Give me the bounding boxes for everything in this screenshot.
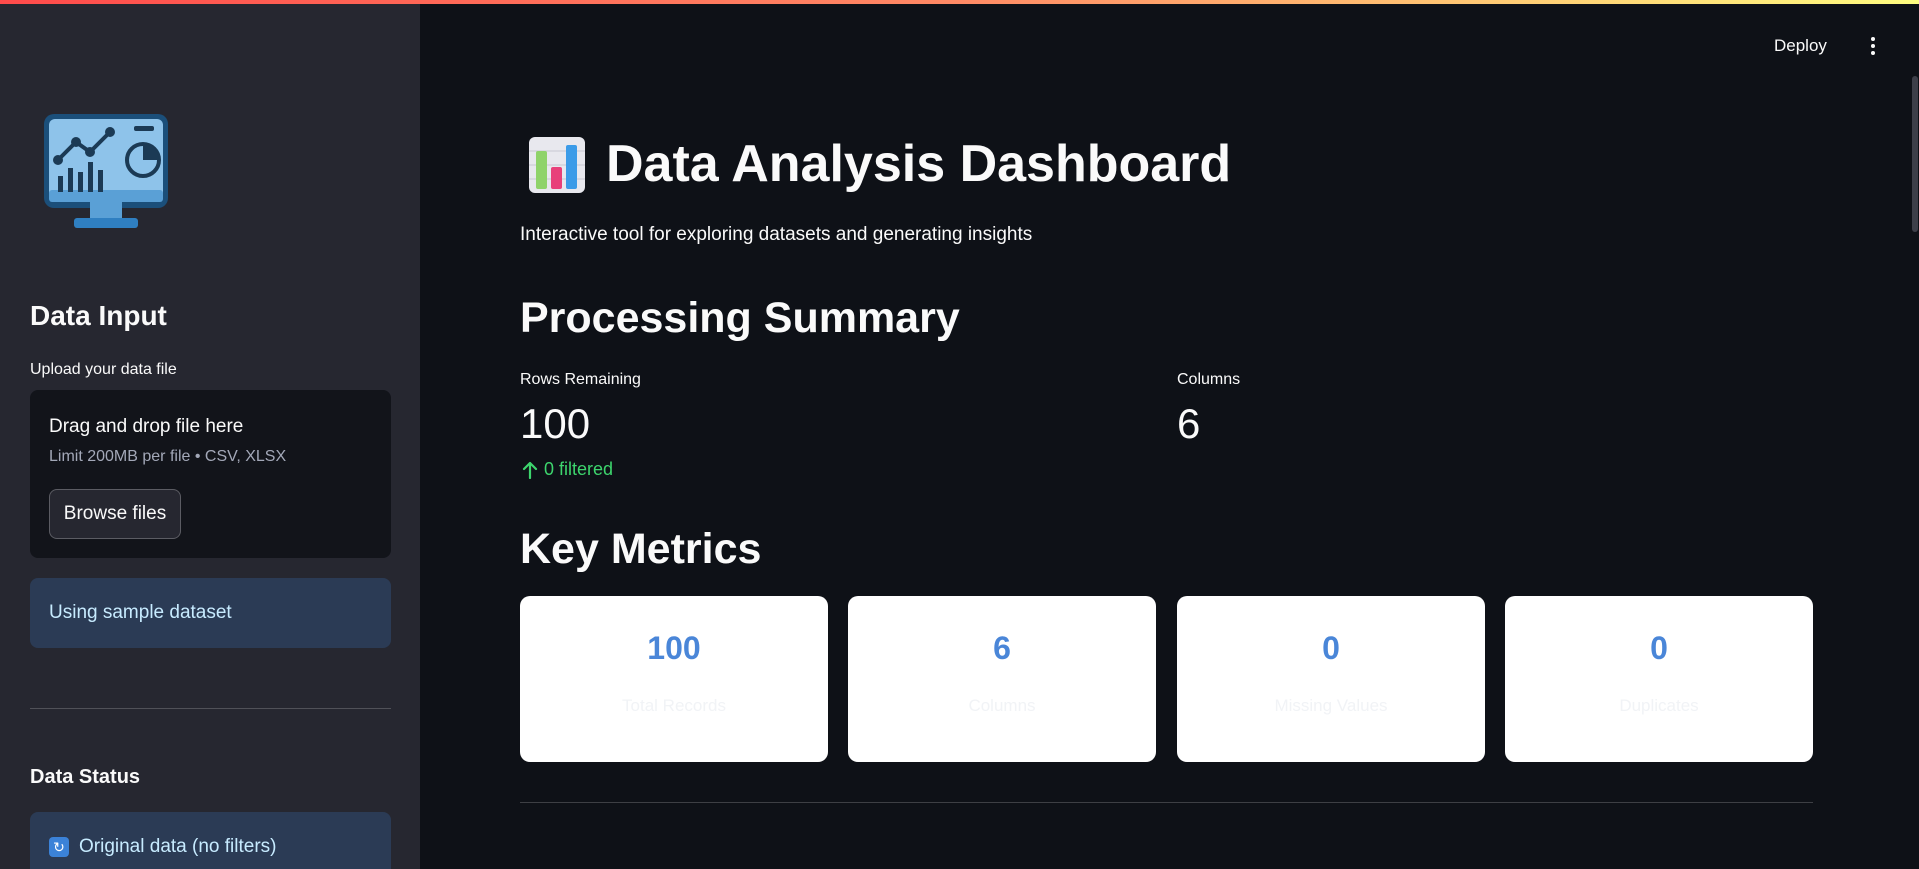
sidebar: Data Input Upload your data file Drag an… [0, 0, 420, 869]
data-status-heading: Data Status [30, 766, 141, 788]
top-decoration-bar [0, 0, 1919, 4]
refresh-icon: ↻ [49, 837, 69, 857]
browse-files-button[interactable]: Browse files [49, 489, 181, 539]
metric-value: 0 [1650, 630, 1668, 666]
arrow-up-icon [522, 461, 538, 479]
page-title: Data Analysis Dashboard [606, 135, 1232, 193]
columns-label: Columns [1177, 371, 1241, 388]
rows-remaining-value: 100 [520, 400, 591, 447]
sample-dataset-text: Using sample dataset [49, 602, 232, 623]
sample-dataset-info: Using sample dataset [30, 578, 391, 648]
metric-label: Columns [968, 696, 1036, 715]
metric-label: Duplicates [1619, 696, 1699, 715]
metric-label: Missing Values [1274, 696, 1388, 715]
columns-value: 6 [1177, 400, 1201, 447]
metric-card-columns: 6 Columns [848, 596, 1156, 762]
rows-delta: 0 filtered [522, 459, 613, 480]
dropzone-limit: Limit 200MB per file • CSV, XLSX [49, 448, 287, 465]
metric-card-missing-values: 0 Missing Values [1177, 596, 1485, 762]
metric-value: 6 [993, 630, 1011, 666]
more-vertical-icon[interactable] [1864, 34, 1882, 58]
bar-chart-icon [529, 137, 585, 193]
data-input-heading: Data Input [30, 300, 167, 331]
file-dropzone[interactable]: Drag and drop file here Limit 200MB per … [30, 390, 391, 558]
rows-delta-text: 0 filtered [544, 459, 614, 479]
upload-label: Upload your data file [30, 361, 177, 378]
sidebar-divider [30, 708, 391, 709]
processing-summary-heading: Processing Summary [520, 294, 960, 342]
main-divider [520, 802, 1813, 803]
analytics-monitor-icon [38, 112, 174, 244]
scrollbar-thumb[interactable] [1912, 76, 1918, 232]
data-status-info: ↻ Original data (no filters) [30, 812, 391, 869]
metric-card-duplicates: 0 Duplicates [1505, 596, 1813, 762]
key-metrics-heading: Key Metrics [520, 525, 762, 573]
metric-card-total-records: 100 Total Records [520, 596, 828, 762]
data-status-text: Original data (no filters) [79, 836, 277, 857]
metric-label: Total Records [622, 696, 726, 715]
dropzone-title: Drag and drop file here [49, 416, 244, 437]
rows-remaining-label: Rows Remaining [520, 371, 641, 388]
metric-value: 0 [1322, 630, 1340, 666]
page-subtitle: Interactive tool for exploring datasets … [520, 224, 1033, 245]
deploy-button[interactable]: Deploy [1774, 32, 1827, 60]
metric-value: 100 [647, 630, 701, 666]
